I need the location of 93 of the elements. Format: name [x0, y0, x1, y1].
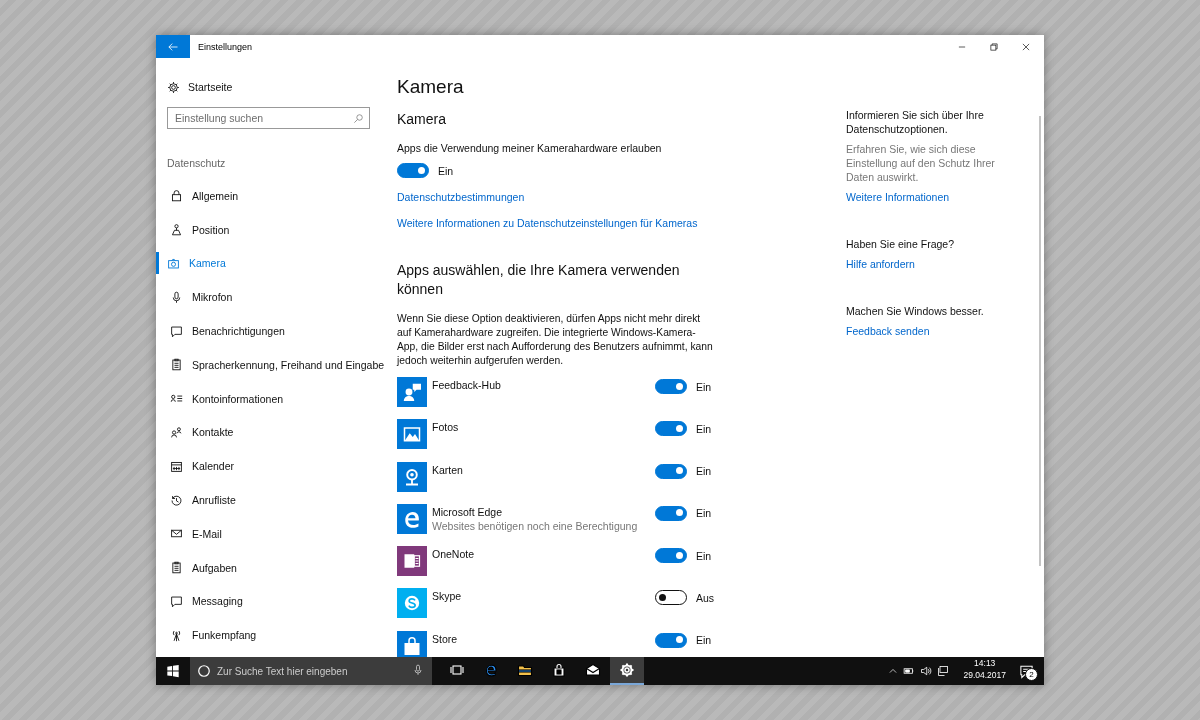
- history-icon: [170, 493, 183, 507]
- nav-item[interactable]: Kalender: [156, 455, 385, 478]
- toggle-state: Ein: [696, 465, 712, 478]
- person-icon: [170, 223, 183, 237]
- toggle-switch[interactable]: [655, 463, 687, 479]
- link[interactable]: Datenschutzbestimmungen: [397, 191, 525, 203]
- toggle-switch[interactable]: [655, 548, 687, 564]
- info-heading: Machen Sie Windows besser.: [846, 304, 985, 318]
- section-title: Kamera: [397, 111, 447, 127]
- app-note: Websites benötigen noch eine Berechtigung: [432, 519, 639, 532]
- toggle-state: Ein: [696, 549, 712, 562]
- info-text: Erfahren Sie, wie sich diese Einstellung auf den Schutz Ihrer Daten auswirkt.: [846, 142, 996, 184]
- section-title: Apps auswählen, die Ihre Kamera verwenden können: [397, 261, 681, 299]
- app-name: Skype: [432, 590, 463, 603]
- notification-count: 2: [1025, 668, 1038, 681]
- folder-icon: [517, 662, 533, 678]
- nav-item[interactable]: Funkempfang: [156, 624, 385, 647]
- app-name: Fotos: [432, 421, 460, 434]
- link[interactable]: Hilfe anfordern: [846, 257, 915, 271]
- page-title: Kamera: [397, 76, 464, 98]
- speech-bubble-icon: [170, 594, 183, 608]
- nav-item[interactable]: Spracherkennung, Freihand und Eingabe: [156, 353, 385, 376]
- link[interactable]: Weitere Informationen: [846, 190, 950, 204]
- app-name: Feedback-Hub: [432, 379, 502, 391]
- nav-item[interactable]: E-Mail: [156, 522, 385, 545]
- windows-logo-icon: [166, 664, 180, 678]
- gear-icon: [619, 662, 635, 678]
- link[interactable]: Weitere Informationen zu Datenschutzeinstellungen für Kameras: [397, 217, 698, 229]
- clock-date: 29.04.2017: [963, 669, 1006, 681]
- link[interactable]: Feedback senden: [846, 324, 930, 338]
- app-name: Microsoft Edge: [432, 505, 504, 518]
- circle-icon: [197, 664, 211, 678]
- speech-bubble-icon: [170, 324, 183, 338]
- clipboard-icon: [170, 561, 183, 575]
- toggle-switch[interactable]: [397, 163, 429, 178]
- nav-item[interactable]: Kontakte: [156, 421, 385, 444]
- nav-item[interactable]: Kontoinformationen: [156, 387, 385, 410]
- nav-item[interactable]: Kamera: [156, 252, 385, 275]
- taskbar-button[interactable]: [610, 657, 644, 685]
- microphone-icon: [412, 664, 424, 676]
- clock-time: 14:13: [974, 657, 996, 669]
- e-logo-icon: [483, 662, 499, 678]
- toggle-switch[interactable]: [655, 421, 687, 437]
- search-icon: [353, 112, 364, 124]
- lock-icon: [170, 189, 183, 203]
- toggle-state: Ein: [696, 422, 712, 435]
- chevron-up-icon: [888, 666, 899, 676]
- toggle-state: Ein: [696, 380, 712, 393]
- app-name: OneNote: [432, 548, 476, 561]
- scrollbar[interactable]: [1039, 116, 1041, 566]
- restore-icon: [989, 41, 999, 52]
- app-name: Karten: [432, 463, 464, 476]
- speaker-icon: [920, 665, 933, 677]
- app-name: Store: [432, 632, 459, 645]
- task-view-icon: [449, 662, 465, 678]
- nav-item[interactable]: Position: [156, 218, 385, 241]
- close-icon: [1021, 41, 1031, 52]
- nav-item[interactable]: Benachrichtigungen: [156, 320, 385, 343]
- back-arrow-icon: [167, 40, 179, 53]
- nav-item[interactable]: Anrufliste: [156, 489, 385, 512]
- home-link[interactable]: Startseite: [167, 79, 385, 95]
- toggle-state: Aus: [696, 592, 715, 604]
- toggle-switch[interactable]: [655, 590, 687, 606]
- search-field[interactable]: Einstellung suchen: [167, 107, 370, 129]
- nav-item[interactable]: Aufgaben: [156, 556, 385, 579]
- notification-button[interactable]: 2: [1014, 657, 1038, 685]
- section-label: Datenschutz: [167, 157, 226, 169]
- battery-icon: [903, 665, 916, 677]
- toggle-state: Ein: [696, 507, 712, 520]
- speech-bubble-icon: [1018, 663, 1034, 679]
- setting-label: Apps die Verwendung meiner Kamerahardware erlauben: [397, 142, 662, 154]
- clipboard-icon: [170, 358, 183, 372]
- envelope-icon: [585, 662, 601, 678]
- people-icon: [170, 425, 183, 439]
- toggle-switch[interactable]: [655, 632, 687, 648]
- calendar-icon: [170, 459, 183, 473]
- antenna-icon: [170, 628, 183, 642]
- window-title: Einstellungen: [198, 41, 254, 52]
- microphone-icon: [170, 290, 183, 304]
- toggle-switch[interactable]: [655, 379, 687, 394]
- toggle-switch[interactable]: [655, 505, 687, 521]
- info-heading: Informieren Sie sich über Ihre Datenschutzoptionen.: [846, 108, 985, 136]
- nav-item[interactable]: Messaging: [156, 590, 385, 613]
- nav-item[interactable]: Allgemein: [156, 184, 385, 207]
- toggle-state: Ein: [438, 164, 454, 177]
- nav-item[interactable]: Mikrofon: [156, 286, 385, 309]
- search-field[interactable]: Zur Suche Text hier eingeben: [190, 657, 432, 685]
- gear-icon: [167, 80, 180, 94]
- description: Wenn Sie diese Option deaktivieren, dürfen Apps nicht mehr direkt auf Kamerahardware zugreifen. Die integrierte Windows-Kamera-App, die Bilder erst nach Aufforderung des Benutzers aufnimmt, kann jedoch weiterhin aufgerufen werden.: [397, 312, 714, 368]
- toggle-state: Ein: [696, 634, 712, 647]
- info-heading: Haben Sie eine Frage?: [846, 237, 955, 251]
- monitor-icon: [937, 665, 950, 677]
- camera-icon: [167, 257, 180, 270]
